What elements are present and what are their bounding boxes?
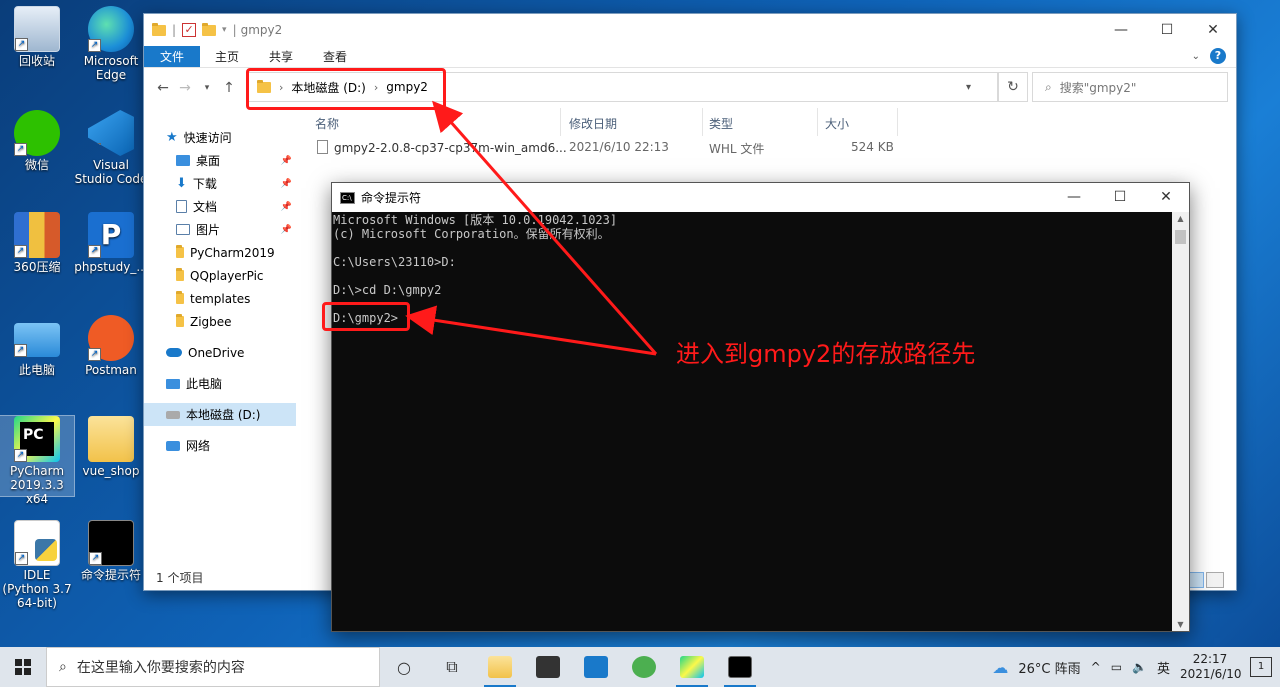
pycharm-icon (680, 656, 704, 678)
network-icon[interactable]: ▭ (1111, 660, 1122, 674)
file-explorer-icon (488, 656, 512, 678)
taskbar-search-placeholder: 在这里输入你要搜索的内容 (76, 660, 245, 676)
taskbar-app-green[interactable] (620, 647, 668, 687)
taskbar-search-input[interactable]: ⌕ 在这里输入你要搜索的内容 (46, 647, 380, 687)
arrow-to-prompt (405, 305, 657, 356)
clock[interactable]: 22:17 2021/6/10 (1180, 652, 1242, 682)
search-icon: ⌕ (59, 659, 67, 675)
taskbar: ⌕ 在这里输入你要搜索的内容 ○ ⧉ ☁ 26°C 阵雨 ^ ▭ 🔈 英 22:… (0, 647, 1280, 687)
notification-count: 1 (1257, 661, 1265, 672)
chevron-up-icon[interactable]: ^ (1091, 660, 1101, 674)
mail-icon (584, 656, 608, 678)
system-tray: ☁ 26°C 阵雨 ^ ▭ 🔈 英 22:17 2021/6/10 1 (992, 647, 1280, 687)
ime-indicator[interactable]: 英 (1157, 658, 1170, 677)
arrow-to-address (432, 100, 658, 355)
leaf-app-icon (632, 656, 656, 678)
volume-icon[interactable]: 🔈 (1132, 660, 1147, 674)
weather-icon: ☁ (992, 657, 1009, 677)
cortana-button[interactable]: ○ (380, 647, 428, 687)
clock-date: 2021/6/10 (1180, 667, 1242, 681)
task-view-button[interactable]: ⧉ (428, 647, 476, 687)
weather-text[interactable]: 26°C 阵雨 (1018, 658, 1080, 677)
annotation-text: 进入到gmpy2的存放路径先 (676, 340, 976, 368)
start-button[interactable] (0, 647, 46, 687)
store-icon (536, 656, 560, 678)
command-prompt-icon (728, 656, 752, 678)
cortana-circle-icon: ○ (397, 657, 411, 677)
notification-center-button[interactable]: 1 (1250, 657, 1272, 677)
taskbar-explorer[interactable] (476, 647, 524, 687)
windows-logo-icon (15, 659, 31, 675)
taskbar-store[interactable] (524, 647, 572, 687)
task-view-icon: ⧉ (446, 657, 458, 676)
clock-time: 22:17 (1192, 652, 1228, 666)
taskbar-mail[interactable] (572, 647, 620, 687)
taskbar-pycharm[interactable] (668, 647, 716, 687)
annotation-arrows (405, 100, 658, 356)
taskbar-cmd[interactable] (716, 647, 764, 687)
